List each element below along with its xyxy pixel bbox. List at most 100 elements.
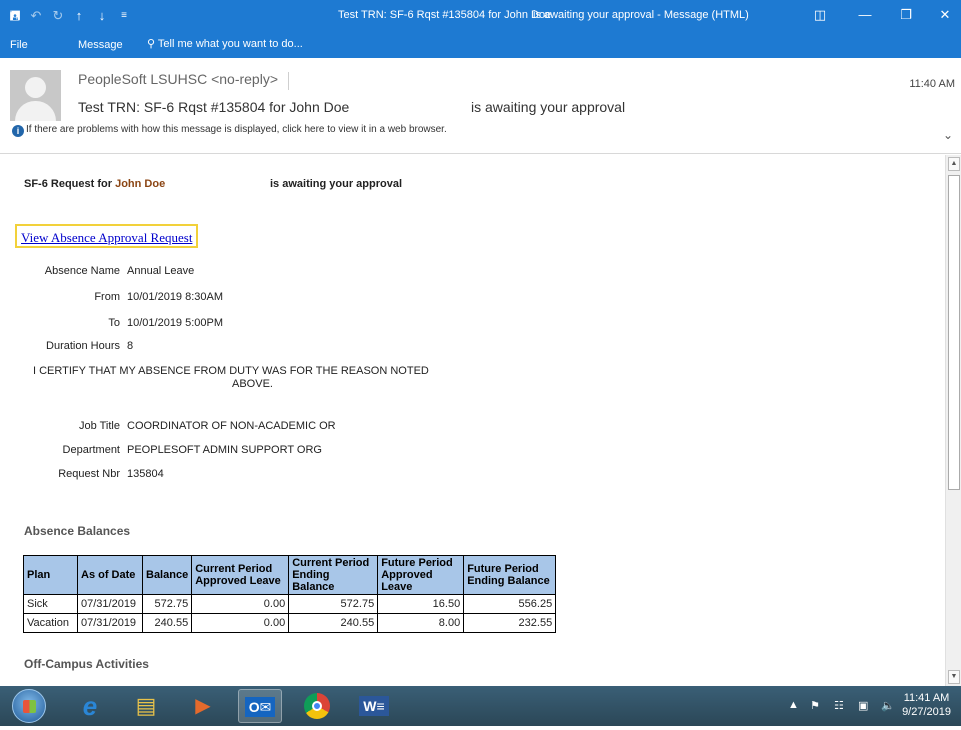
tab-message[interactable]: Message	[78, 39, 123, 51]
field-label: Job Title	[79, 420, 120, 432]
heading-suffix: is awaiting your approval	[270, 178, 403, 190]
approval-link-box: View Absence Approval Request	[15, 224, 199, 248]
subject-left: Test TRN: SF-6 Rqst #135804 for John Doe	[78, 99, 350, 115]
ribbon-display-options-icon[interactable]: ◫	[802, 0, 838, 32]
info-bar-text: If there are problems with how this mess…	[26, 124, 447, 135]
internet-explorer-icon[interactable]: e	[68, 689, 112, 723]
field-value: PEOPLESOFT ADMIN SUPPORT ORG	[127, 444, 322, 456]
media-player-icon[interactable]: ▶	[181, 689, 225, 723]
info-icon: i	[12, 125, 24, 137]
customize-toolbar-icon[interactable]: ≡	[115, 7, 133, 25]
column-header: Current Period Ending Balance	[288, 555, 379, 595]
table-cell: 240.55	[141, 613, 193, 633]
table-row: Sick 07/31/2019 572.75 0.00 572.75 16.50…	[23, 594, 557, 614]
file-explorer-icon[interactable]: ▤	[124, 689, 168, 723]
tell-me-search[interactable]: ⚲ Tell me what you want to do...	[147, 37, 303, 50]
table-cell: 8.00	[377, 613, 465, 633]
word-icon[interactable]: W≡	[352, 689, 396, 723]
message-body: SF-6 Request for John Doe is awaiting yo…	[0, 155, 945, 686]
absence-balances-title: Absence Balances	[24, 524, 131, 538]
scroll-thumb[interactable]	[948, 175, 960, 490]
sender-name[interactable]: PeopleSoft LSUHSC <no-reply>	[78, 71, 278, 87]
field-value: COORDINATOR OF NON-ACADEMIC OR	[127, 420, 336, 432]
table-cell: 07/31/2019	[77, 594, 143, 614]
message-heading: SF-6 Request for John Doe	[24, 178, 165, 190]
save-icon[interactable]: 🖪	[6, 7, 24, 25]
field-label: Absence Name	[44, 265, 120, 277]
column-header: As of Date	[77, 555, 143, 595]
field-value: Annual Leave	[127, 265, 195, 277]
network-adapter-icon[interactable]: ☷	[834, 699, 844, 712]
taskbar-clock[interactable]: 11:41 AM 9/27/2019	[902, 691, 951, 719]
field-value: 8	[127, 340, 134, 352]
subject-right: is awaiting your approval	[471, 99, 626, 115]
minimize-icon[interactable]: —	[847, 0, 883, 32]
window-title-left: Test TRN: SF-6 Rqst #135804 for John Doe	[338, 9, 552, 21]
table-cell: 572.75	[141, 594, 193, 614]
up-arrow-icon[interactable]: ↑	[70, 7, 88, 25]
undo-icon[interactable]: ↶	[27, 7, 45, 25]
tab-file[interactable]: File	[10, 39, 28, 51]
column-header: Future Period Ending Balance	[463, 555, 557, 595]
flag-icon[interactable]: ⚑	[810, 699, 820, 712]
lightbulb-icon: ⚲	[147, 38, 156, 50]
field-label: Department	[62, 444, 120, 456]
received-time: 11:40 AM	[909, 78, 955, 90]
title-bar: 🖪 ↶ ↻ ↑ ↓ ≡ Test TRN: SF-6 Rqst #135804 …	[0, 0, 961, 32]
absence-balances-table: Plan As of Date Balance Current Period A…	[23, 555, 557, 633]
table-header-row: Plan As of Date Balance Current Period A…	[23, 555, 557, 595]
restore-icon[interactable]: ❐	[888, 0, 924, 32]
off-campus-activities-title: Off-Campus Activities	[24, 657, 149, 671]
table-cell: 16.50	[377, 594, 465, 614]
clock-time: 11:41 AM	[903, 692, 950, 704]
vertical-scrollbar[interactable]: ▲ ▼	[945, 155, 961, 686]
windows-logo-icon	[23, 700, 36, 713]
redo-icon[interactable]: ↻	[49, 7, 67, 25]
scroll-down-icon[interactable]: ▼	[948, 670, 960, 684]
table-cell: 0.00	[191, 594, 290, 614]
window-title-right: is awaiting your approval - Message (HTM…	[533, 9, 749, 21]
heading-name: John Doe	[115, 178, 166, 190]
ribbon: File Message ⚲ Tell me what you want to …	[0, 32, 961, 58]
table-cell: 232.55	[463, 613, 557, 633]
field-value: 10/01/2019 8:30AM	[127, 291, 224, 303]
table-cell: 240.55	[288, 613, 379, 633]
start-button[interactable]	[12, 689, 46, 723]
field-label: From	[94, 291, 120, 303]
table-cell: 556.25	[463, 594, 557, 614]
field-value: 10/01/2019 5:00PM	[127, 317, 224, 329]
sender-avatar	[10, 70, 61, 121]
table-cell: 572.75	[288, 594, 379, 614]
column-header: Current Period Approved Leave	[191, 555, 290, 595]
close-icon[interactable]: ✕	[927, 0, 961, 32]
column-header: Balance	[141, 555, 193, 595]
certify-text-1: I CERTIFY THAT MY ABSENCE FROM DUTY WAS …	[33, 365, 429, 377]
table-cell: 07/31/2019	[77, 613, 143, 633]
scroll-up-icon[interactable]: ▲	[948, 157, 960, 171]
chrome-icon[interactable]	[295, 689, 339, 723]
table-cell: Sick	[23, 594, 78, 614]
field-value: 135804	[127, 468, 164, 480]
certify-text-2: ABOVE.	[232, 378, 273, 390]
table-cell: Vacation	[23, 613, 78, 633]
table-cell: 0.00	[191, 613, 290, 633]
info-bar[interactable]: i If there are problems with how this mes…	[12, 124, 447, 137]
view-absence-approval-link[interactable]: View Absence Approval Request	[21, 230, 192, 245]
clock-date: 9/27/2019	[902, 706, 951, 718]
field-label: Request Nbr	[58, 468, 120, 480]
volume-icon[interactable]: 🔈	[881, 699, 895, 712]
taskbar: e ▤ ▶ O✉ W≡ ▲ ⚑ ☷ ▣ 🔈 11:41 AM 9/27/2019	[0, 686, 961, 726]
outlook-icon[interactable]: O✉	[238, 689, 282, 723]
chevron-down-icon[interactable]: ⌄	[943, 128, 953, 142]
message-header: PeopleSoft LSUHSC <no-reply> 11:40 AM Te…	[0, 58, 961, 154]
heading-prefix: SF-6 Request for	[24, 178, 113, 190]
table-row: Vacation 07/31/2019 240.55 0.00 240.55 8…	[23, 613, 557, 633]
down-arrow-icon[interactable]: ↓	[93, 7, 111, 25]
tell-me-label: Tell me what you want to do...	[157, 38, 303, 50]
column-header: Future Period Approved Leave	[377, 555, 465, 595]
column-header: Plan	[23, 555, 78, 595]
field-label: To	[108, 317, 120, 329]
show-hidden-icons-icon[interactable]: ▲	[788, 699, 799, 711]
network-icon[interactable]: ▣	[858, 699, 868, 712]
field-label: Duration Hours	[46, 340, 120, 352]
